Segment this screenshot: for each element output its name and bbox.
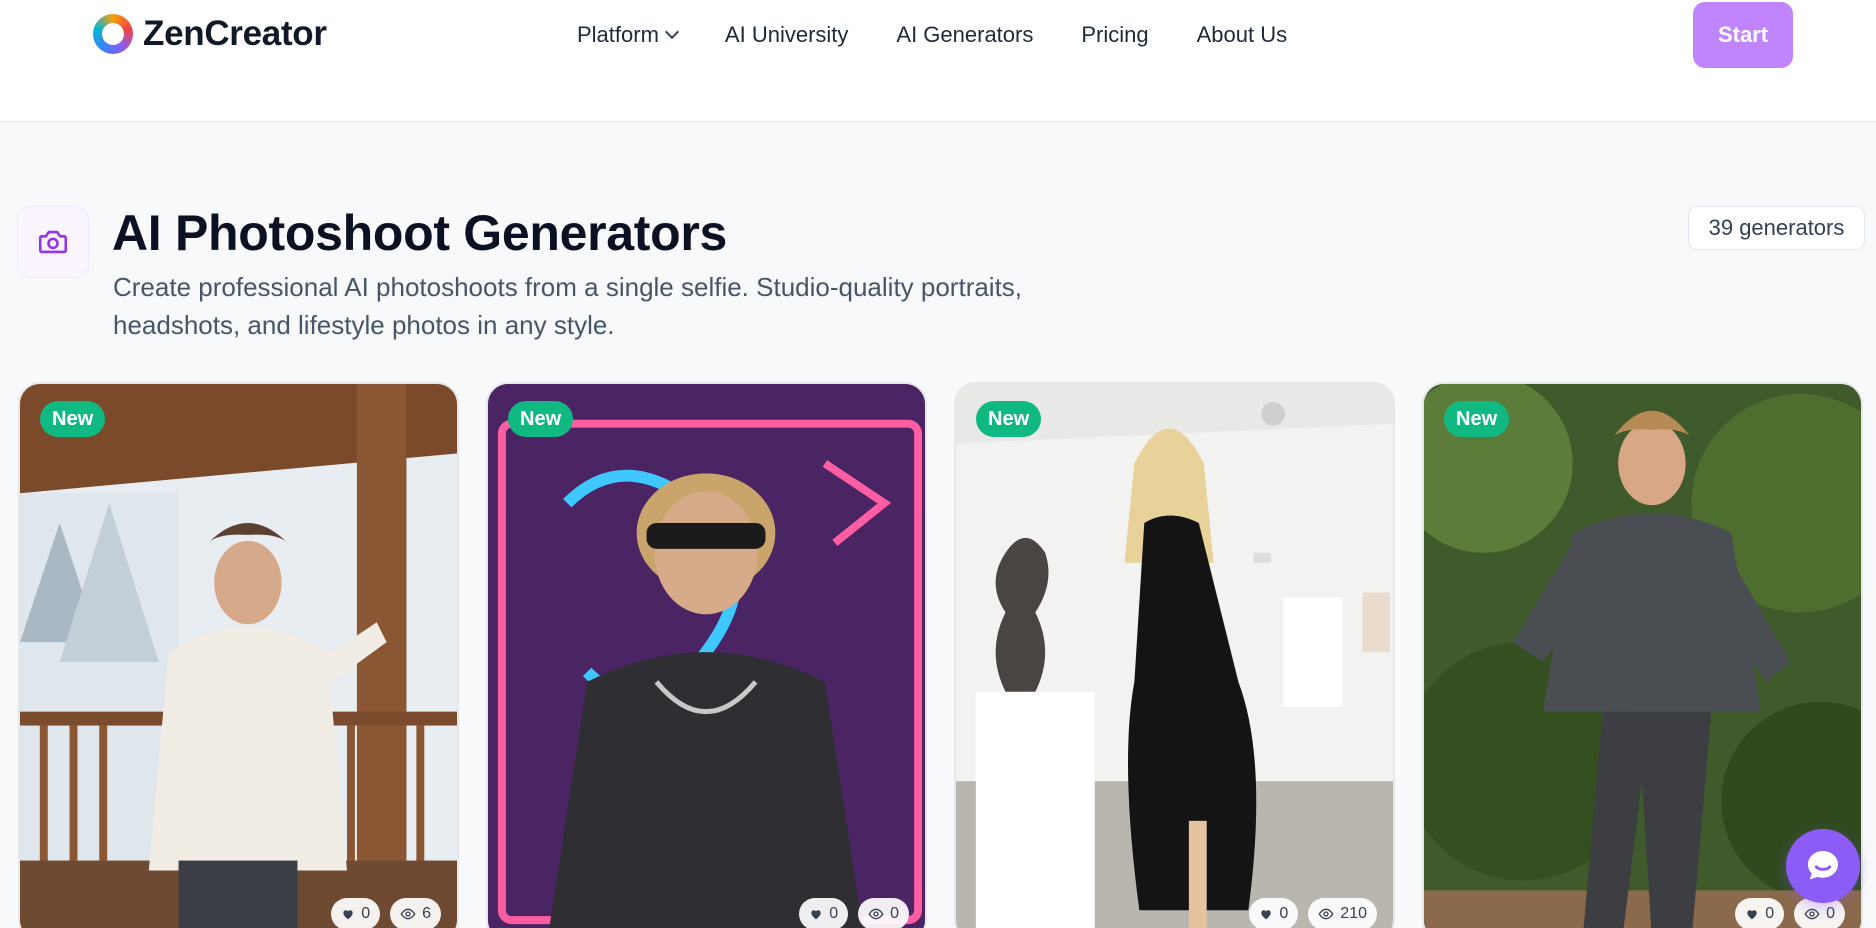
nav-item-label: About Us <box>1196 22 1288 47</box>
views-stat: 210 <box>1308 898 1377 928</box>
eye-icon <box>1804 908 1820 920</box>
page-title: AI Photoshoot Generators <box>112 205 728 261</box>
camera-icon <box>38 230 68 254</box>
new-badge: New <box>976 401 1042 437</box>
main-nav: Platform AI University AI Generators Pri… <box>577 20 1287 50</box>
logo-icon <box>93 14 133 54</box>
likes-count: 0 <box>361 905 371 922</box>
views-count: 6 <box>422 905 431 922</box>
generator-card[interactable]: New 0 210 <box>954 382 1395 928</box>
generator-card[interactable]: New 0 0 <box>486 382 927 928</box>
likes-count: 0 <box>1279 905 1289 922</box>
chat-support-button[interactable] <box>1786 829 1860 903</box>
nav-item-platform[interactable]: Platform <box>577 22 679 48</box>
nav-item-label: Pricing <box>1081 22 1149 47</box>
nav-item-ai-university[interactable]: AI University <box>725 22 848 48</box>
eye-icon <box>1318 908 1334 920</box>
new-badge: New <box>508 401 574 437</box>
new-badge: New <box>40 401 106 437</box>
nav-item-label: AI University <box>724 22 849 47</box>
views-stat: 0 <box>858 898 909 928</box>
heart-icon <box>1747 910 1757 920</box>
nav-item-ai-generators[interactable]: AI Generators <box>896 22 1033 48</box>
eye-icon <box>400 908 416 920</box>
heart-icon <box>1261 910 1272 920</box>
page-description: Create professional AI photoshoots from … <box>113 272 1023 340</box>
likes-stat: 0 <box>1249 898 1299 928</box>
brand-logo[interactable]: ZenCreator <box>93 14 327 54</box>
category-icon-box <box>17 206 89 278</box>
brand-name: ZenCreator <box>143 14 327 53</box>
likes-stat: 0 <box>1735 898 1785 928</box>
card-stats: 0 210 <box>1249 898 1377 928</box>
generator-card[interactable]: New 0 6 <box>18 382 459 928</box>
views-stat: 6 <box>390 898 441 928</box>
chat-bubble-icon <box>1808 851 1838 880</box>
heart-icon <box>343 910 353 920</box>
views-count: 0 <box>890 905 899 922</box>
card-image-winter-porch <box>20 384 457 928</box>
likes-count: 0 <box>829 905 839 922</box>
site-header: ZenCreator Platform AI University AI Gen… <box>0 0 1876 122</box>
nav-item-pricing[interactable]: Pricing <box>1081 22 1148 48</box>
likes-stat: 0 <box>799 898 849 928</box>
heart-icon <box>811 910 821 920</box>
start-button[interactable]: Start <box>1693 2 1793 68</box>
card-stats: 0 0 <box>799 898 909 928</box>
nav-item-about-us[interactable]: About Us <box>1197 22 1288 48</box>
views-count: 210 <box>1340 905 1367 922</box>
new-badge: New <box>1444 401 1510 437</box>
likes-count: 0 <box>1765 905 1775 922</box>
card-image-gallery-portrait <box>956 384 1393 928</box>
generator-count-badge: 39 generators <box>1688 206 1865 250</box>
nav-item-label: AI Generators <box>896 22 1034 47</box>
card-stats: 0 6 <box>331 898 441 928</box>
likes-stat: 0 <box>331 898 381 928</box>
views-count: 0 <box>1826 905 1835 922</box>
card-image-neon-portrait <box>488 384 925 928</box>
nav-item-label: Platform <box>577 22 659 47</box>
eye-icon <box>868 908 884 920</box>
chevron-down-icon <box>664 24 679 40</box>
